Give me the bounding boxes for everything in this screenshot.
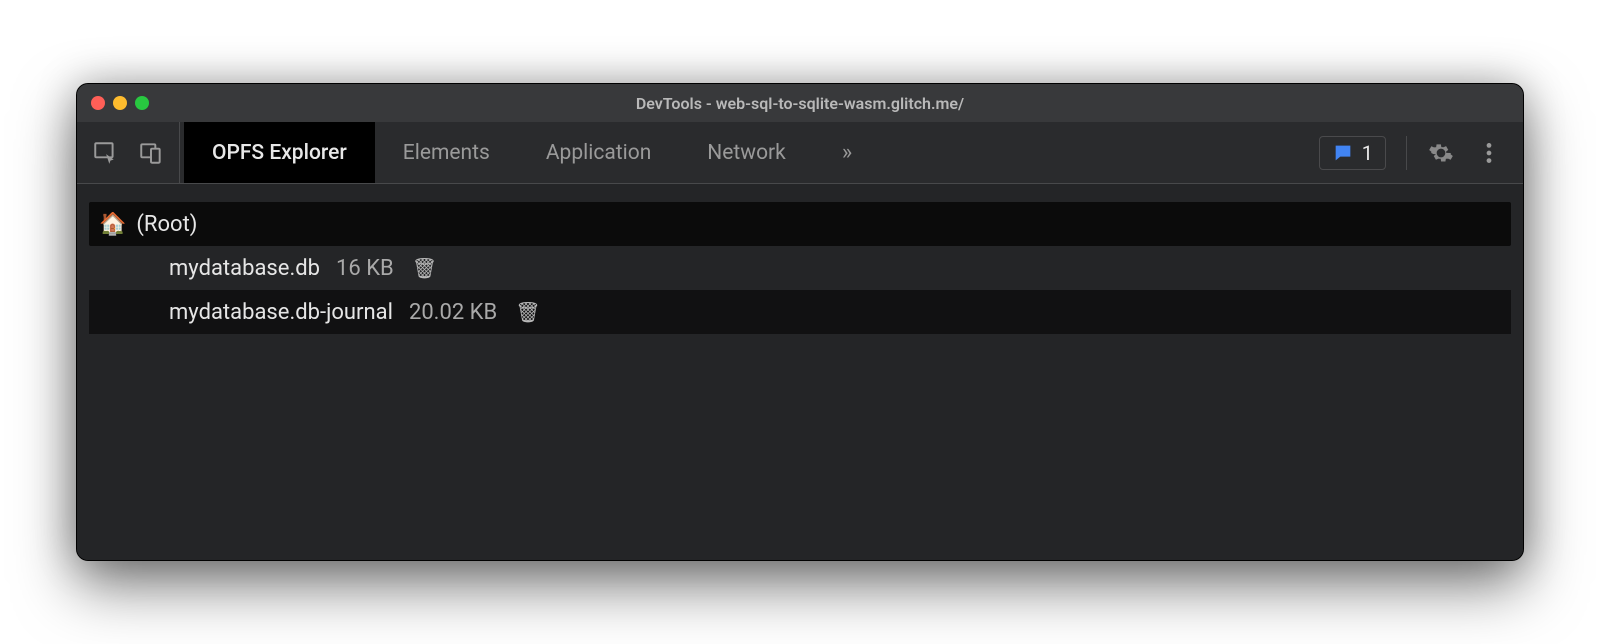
tab-label: OPFS Explorer bbox=[212, 141, 347, 165]
panel-tabs: OPFS Explorer Elements Application Netwo… bbox=[184, 122, 880, 183]
chat-icon bbox=[1332, 142, 1354, 164]
more-options-button[interactable] bbox=[1475, 139, 1503, 167]
file-row[interactable]: mydatabase.db-journal 20.02 KB 🗑 bbox=[89, 290, 1511, 334]
maximize-window-button[interactable] bbox=[135, 96, 149, 110]
file-row[interactable]: mydatabase.db 16 KB 🗑 bbox=[89, 246, 1511, 290]
tabbar: OPFS Explorer Elements Application Netwo… bbox=[77, 122, 1523, 184]
home-icon: 🏠 bbox=[99, 212, 126, 237]
tab-label: Application bbox=[546, 141, 651, 165]
tab-label: Network bbox=[707, 141, 786, 165]
devtools-window: DevTools - web-sql-to-sqlite-wasm.glitch… bbox=[76, 83, 1524, 561]
issues-button[interactable]: 1 bbox=[1319, 136, 1386, 170]
trash-icon[interactable]: 🗑 bbox=[412, 256, 437, 280]
tabbar-right: 1 bbox=[1319, 122, 1513, 183]
root-label: (Root) bbox=[136, 212, 197, 237]
device-toolbar-icon[interactable] bbox=[137, 139, 165, 167]
close-window-button[interactable] bbox=[91, 96, 105, 110]
tab-opfs-explorer[interactable]: OPFS Explorer bbox=[184, 122, 375, 183]
file-size: 20.02 KB bbox=[409, 300, 497, 325]
minimize-window-button[interactable] bbox=[113, 96, 127, 110]
traffic-lights bbox=[91, 96, 149, 110]
inspect-tools bbox=[77, 122, 180, 183]
opfs-panel: 🏠 (Root) mydatabase.db 16 KB 🗑 mydatabas… bbox=[77, 184, 1523, 560]
chevron-double-right-icon: » bbox=[842, 140, 852, 165]
separator bbox=[1406, 136, 1407, 170]
window-title: DevTools - web-sql-to-sqlite-wasm.glitch… bbox=[77, 94, 1523, 113]
file-size: 16 KB bbox=[336, 256, 394, 281]
file-name: mydatabase.db bbox=[169, 256, 320, 281]
inspect-element-icon[interactable] bbox=[91, 139, 119, 167]
tabs-overflow-button[interactable]: » bbox=[814, 122, 880, 183]
tab-elements[interactable]: Elements bbox=[375, 122, 518, 183]
issues-count: 1 bbox=[1362, 141, 1373, 165]
tree-root[interactable]: 🏠 (Root) bbox=[89, 202, 1511, 246]
trash-icon[interactable]: 🗑 bbox=[515, 300, 540, 324]
tab-application[interactable]: Application bbox=[518, 122, 679, 183]
titlebar: DevTools - web-sql-to-sqlite-wasm.glitch… bbox=[77, 84, 1523, 122]
file-name: mydatabase.db-journal bbox=[169, 300, 393, 325]
settings-button[interactable] bbox=[1427, 139, 1455, 167]
tab-network[interactable]: Network bbox=[679, 122, 814, 183]
tab-label: Elements bbox=[403, 141, 490, 165]
